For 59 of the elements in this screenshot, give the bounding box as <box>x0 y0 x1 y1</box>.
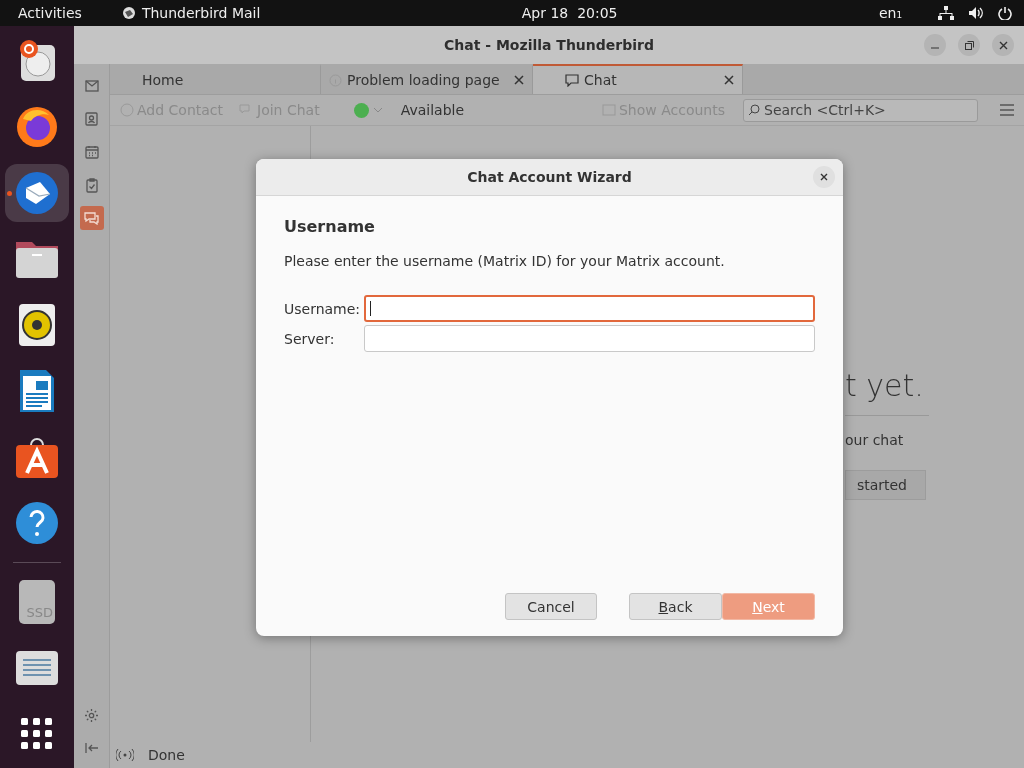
search-icon <box>748 103 760 116</box>
scanner-icon <box>15 650 59 686</box>
settings-icon <box>84 707 99 723</box>
app-grid-icon <box>21 718 53 750</box>
dialog-close-button[interactable] <box>813 166 835 188</box>
app-bird-icon <box>121 6 136 20</box>
address-book-icon <box>85 112 98 126</box>
caret-icon <box>372 107 383 113</box>
activities-button[interactable]: Activities <box>18 5 82 21</box>
dock-item[interactable] <box>5 164 69 222</box>
field-label: Username: <box>284 300 362 317</box>
disk-installer-icon <box>17 39 57 83</box>
close-button[interactable] <box>992 34 1014 56</box>
maximize-button[interactable] <box>958 34 980 56</box>
back-button[interactable]: Back <box>629 593 722 620</box>
network-icon[interactable] <box>938 6 954 20</box>
empty-state-heading: t yet. <box>845 371 925 401</box>
envelope-icon <box>84 80 99 92</box>
tab-close-icon[interactable] <box>724 75 734 85</box>
bird-envelope-icon <box>14 170 60 216</box>
text-cursor <box>370 301 371 316</box>
keyboard-layout[interactable]: en₁ <box>878 5 902 21</box>
window-title: Chat - Mozilla Thunderbird <box>444 37 654 53</box>
maximize-icon <box>964 40 974 50</box>
app-menu[interactable]: Thunderbird Mail <box>141 5 261 21</box>
status-text: Done <box>148 747 185 763</box>
antenna-icon <box>116 749 134 761</box>
status-dot <box>353 102 369 118</box>
page-heading: Username <box>284 217 376 236</box>
minimize-button[interactable] <box>924 34 946 56</box>
help-icon <box>15 501 59 545</box>
shopping-bag-icon <box>15 435 59 479</box>
empty-state-text: our chat <box>845 432 905 448</box>
collapse-arrow-icon <box>84 742 99 754</box>
chat-icon <box>565 73 579 87</box>
document-icon <box>18 368 56 414</box>
page-description: Please enter the username (Matrix ID) for your Matrix account. <box>284 253 726 269</box>
space-button[interactable] <box>79 206 104 230</box>
close-icon <box>820 173 828 181</box>
chat-bubbles-icon <box>84 211 99 225</box>
dialog-title: Chat Account Wizard <box>467 169 632 185</box>
speaker-icon <box>18 303 56 347</box>
search-field[interactable]: Search <Ctrl+K> <box>743 98 978 122</box>
clock[interactable]: Apr 18 20:05 <box>521 5 618 21</box>
field-label: Server: <box>284 330 336 347</box>
menu-icon <box>1000 104 1014 116</box>
volume-icon[interactable] <box>968 6 984 20</box>
text-field[interactable] <box>364 295 815 322</box>
tab-close-icon[interactable] <box>514 75 524 85</box>
browser-globe-icon <box>15 105 59 149</box>
calendar-icon <box>84 145 99 159</box>
clipboard-check-icon <box>85 177 98 193</box>
tab[interactable]: Chat <box>533 64 743 94</box>
status-label: Available <box>400 102 465 118</box>
close-icon <box>998 40 1008 50</box>
power-icon[interactable] <box>998 6 1012 20</box>
cancel-button[interactable]: Cancel <box>505 593 597 620</box>
get-started-button[interactable]: started <box>845 470 926 500</box>
text-field[interactable] <box>364 325 815 352</box>
